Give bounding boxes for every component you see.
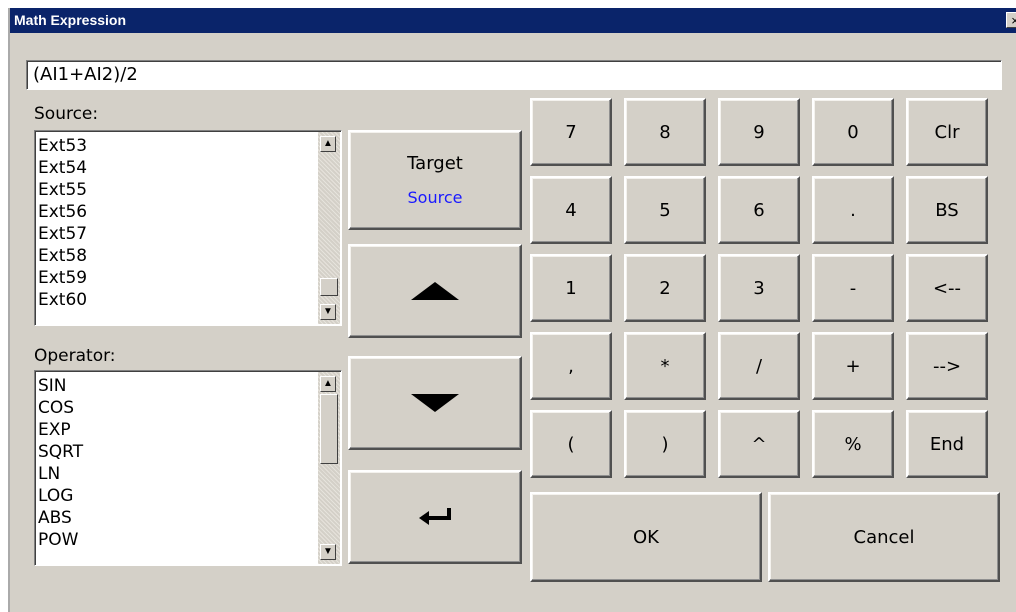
- list-item[interactable]: EXP: [38, 419, 83, 441]
- key-backspace[interactable]: BS: [906, 176, 988, 244]
- scroll-up-icon[interactable]: ▲: [320, 376, 336, 392]
- target-button[interactable]: Target Source: [348, 130, 522, 230]
- scroll-thumb[interactable]: [320, 394, 338, 464]
- key-5[interactable]: 5: [624, 176, 706, 244]
- target-source-label: Source: [407, 188, 463, 207]
- scroll-up-icon[interactable]: ▲: [320, 136, 336, 152]
- move-down-button[interactable]: [348, 356, 522, 450]
- key-clear[interactable]: Clr: [906, 98, 988, 166]
- key-open-paren[interactable]: (: [530, 410, 612, 478]
- list-item[interactable]: Ext54: [38, 157, 87, 179]
- operator-listbox[interactable]: SIN COS EXP SQRT LN LOG ABS POW ▲ ▼: [34, 370, 342, 566]
- key-percent[interactable]: %: [812, 410, 894, 478]
- key-2[interactable]: 2: [624, 254, 706, 322]
- list-item[interactable]: POW: [38, 529, 83, 551]
- expression-input[interactable]: (AI1+AI2)/2: [26, 60, 1002, 90]
- list-item[interactable]: Ext56: [38, 201, 87, 223]
- title-bar: Math Expression ×: [10, 8, 1016, 33]
- list-item[interactable]: COS: [38, 397, 83, 419]
- key-cursor-right[interactable]: -->: [906, 332, 988, 400]
- operator-label: Operator:: [34, 346, 116, 366]
- key-plus[interactable]: +: [812, 332, 894, 400]
- key-3[interactable]: 3: [718, 254, 800, 322]
- key-divide[interactable]: /: [718, 332, 800, 400]
- key-7[interactable]: 7: [530, 98, 612, 166]
- list-item[interactable]: Ext55: [38, 179, 87, 201]
- down-arrow-icon: [411, 394, 459, 412]
- list-item[interactable]: SIN: [38, 375, 83, 397]
- key-caret[interactable]: ^: [718, 410, 800, 478]
- key-close-paren[interactable]: ): [624, 410, 706, 478]
- enter-button[interactable]: [348, 470, 522, 564]
- key-multiply[interactable]: *: [624, 332, 706, 400]
- close-button[interactable]: ×: [1006, 12, 1016, 28]
- key-9[interactable]: 9: [718, 98, 800, 166]
- list-item[interactable]: Ext53: [38, 135, 87, 157]
- list-item[interactable]: SQRT: [38, 441, 83, 463]
- source-scrollbar[interactable]: ▲ ▼: [318, 132, 340, 324]
- scroll-thumb[interactable]: [320, 278, 338, 296]
- key-8[interactable]: 8: [624, 98, 706, 166]
- ok-button[interactable]: OK: [530, 492, 762, 582]
- cancel-button[interactable]: Cancel: [768, 492, 1000, 582]
- key-0[interactable]: 0: [812, 98, 894, 166]
- up-arrow-icon: [411, 282, 459, 300]
- scroll-down-icon[interactable]: ▼: [320, 544, 336, 560]
- move-up-button[interactable]: [348, 244, 522, 338]
- target-label: Target: [407, 153, 463, 174]
- key-6[interactable]: 6: [718, 176, 800, 244]
- key-end[interactable]: End: [906, 410, 988, 478]
- operator-scrollbar[interactable]: ▲ ▼: [318, 372, 340, 564]
- list-item[interactable]: LN: [38, 463, 83, 485]
- list-item[interactable]: Ext60: [38, 289, 87, 311]
- key-dot[interactable]: .: [812, 176, 894, 244]
- key-4[interactable]: 4: [530, 176, 612, 244]
- scroll-down-icon[interactable]: ▼: [320, 304, 336, 320]
- key-minus[interactable]: -: [812, 254, 894, 322]
- key-comma[interactable]: ,: [530, 332, 612, 400]
- window-title: Math Expression: [14, 12, 127, 28]
- source-label: Source:: [34, 104, 99, 124]
- list-item[interactable]: Ext58: [38, 245, 87, 267]
- source-listbox[interactable]: Ext53 Ext54 Ext55 Ext56 Ext57 Ext58 Ext59 Ext60…: [34, 130, 342, 326]
- list-item[interactable]: Ext57: [38, 223, 87, 245]
- key-cursor-left[interactable]: <--: [906, 254, 988, 322]
- list-item[interactable]: Ext59: [38, 267, 87, 289]
- list-item[interactable]: ABS: [38, 507, 83, 529]
- key-1[interactable]: 1: [530, 254, 612, 322]
- list-item[interactable]: LOG: [38, 485, 83, 507]
- enter-icon: [419, 508, 451, 525]
